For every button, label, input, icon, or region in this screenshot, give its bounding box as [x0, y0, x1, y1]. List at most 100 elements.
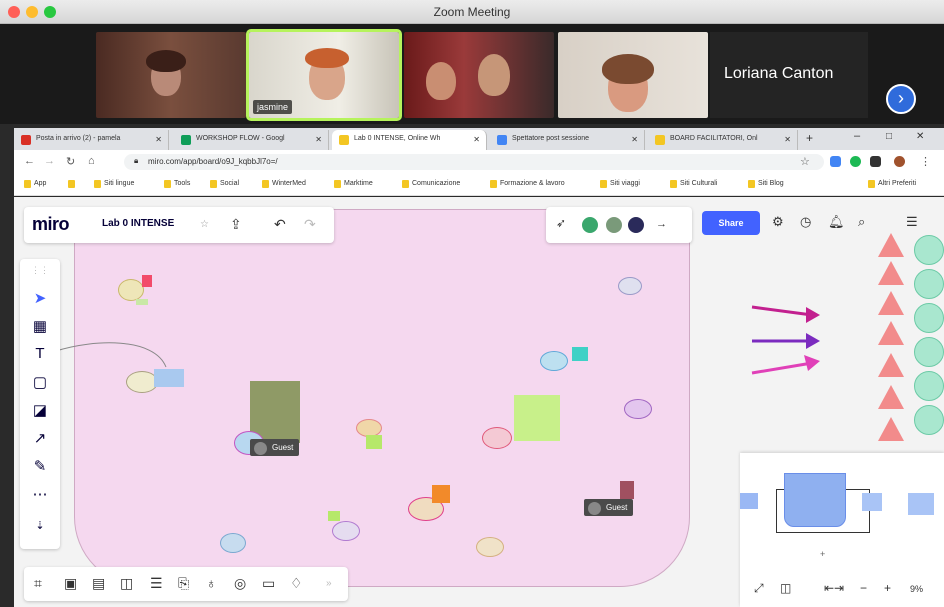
sticky-note[interactable] — [514, 395, 560, 441]
triangle-shape[interactable] — [878, 417, 904, 441]
chat-icon[interactable]: ▤ — [92, 575, 105, 592]
cloud-shape[interactable] — [618, 277, 642, 295]
timer-icon[interactable]: ◷ — [800, 214, 811, 230]
menu-kebab-icon[interactable]: ⋮ — [920, 155, 931, 168]
next-page-button[interactable]: › — [886, 84, 916, 114]
templates-icon[interactable]: ▦ — [20, 317, 60, 335]
cloud-shape[interactable] — [624, 399, 652, 419]
participant-video-4[interactable] — [558, 32, 708, 118]
forward-arrow-icon[interactable]: → — [44, 155, 55, 167]
extension-icon[interactable] — [850, 156, 861, 167]
profile-avatar[interactable] — [894, 156, 905, 167]
minimize-browser-button[interactable]: – — [854, 130, 860, 142]
triangle-shape[interactable] — [878, 233, 904, 257]
board-menu-icon[interactable]: ☰ — [906, 214, 918, 230]
undo-icon[interactable]: ↶ — [274, 216, 286, 233]
cloud-shape[interactable] — [476, 537, 504, 557]
upload-icon[interactable]: ⇪ — [230, 216, 242, 233]
fullscreen-icon[interactable]: ⤢ — [754, 581, 764, 596]
bookmark-item[interactable]: WinterMed — [262, 180, 306, 188]
address-bar[interactable]: 🔒︎ miro.com/app/board/o9J_kqbbJl7o=/ — [124, 154, 824, 170]
sticky-note[interactable] — [432, 485, 450, 503]
close-tab-icon[interactable]: ✕ — [473, 135, 480, 144]
bookmark-item[interactable]: Social — [210, 180, 239, 188]
share-button[interactable]: Share — [702, 211, 760, 235]
drag-handle-icon[interactable]: ⋮⋮ — [20, 265, 60, 276]
close-browser-button[interactable]: ✕ — [916, 131, 924, 142]
board-frame[interactable] — [74, 209, 690, 587]
zoom-in-button[interactable]: + — [884, 581, 891, 595]
participant-video-2[interactable]: jasmine — [246, 29, 402, 121]
sticky-note[interactable] — [572, 347, 588, 361]
participant-video-1[interactable] — [96, 32, 246, 118]
bell-icon[interactable]: 🔔︎ — [828, 214, 845, 230]
collapse-toolbar-icon[interactable]: ⇣ — [20, 519, 60, 532]
back-arrow-icon[interactable]: ← — [24, 155, 35, 167]
video-icon[interactable]: ▭ — [262, 575, 275, 592]
triangle-shape[interactable] — [878, 385, 904, 409]
bookmark-item[interactable]: Siti Blog — [748, 180, 784, 188]
bookmark-item[interactable]: Comunicazione — [402, 180, 460, 188]
cloud-shape[interactable] — [220, 533, 246, 553]
voting-icon[interactable]: ◎ — [234, 575, 246, 592]
participant-video-3[interactable] — [404, 32, 554, 118]
bookmark-item[interactable]: Siti Culturali — [670, 180, 717, 188]
redo-icon[interactable]: ↷ — [304, 216, 316, 233]
reload-icon[interactable]: ↻ — [66, 155, 75, 168]
triangle-shape[interactable] — [878, 261, 904, 285]
circle-shape[interactable] — [914, 337, 944, 367]
close-tab-icon[interactable]: ✕ — [315, 135, 322, 144]
search-icon[interactable]: ⌕ — [858, 214, 865, 230]
select-cursor-icon[interactable]: ➤ — [20, 289, 60, 307]
fit-to-screen-icon[interactable]: ⇤⇥ — [824, 581, 844, 595]
star-icon[interactable]: ☆ — [200, 219, 209, 230]
avatar[interactable] — [626, 215, 646, 235]
sticky-note[interactable] — [136, 299, 148, 305]
bookmark-item[interactable]: Siti viaggi — [600, 180, 640, 188]
bookmark-item[interactable]: Formazione & lavoro — [490, 180, 565, 188]
bookmark-item[interactable]: App — [24, 180, 46, 188]
avatar[interactable] — [580, 215, 600, 235]
circle-shape[interactable] — [914, 303, 944, 333]
sticky-note[interactable] — [620, 481, 634, 499]
cursor-toggle-icon[interactable]: ➶ — [556, 216, 566, 230]
sticky-note[interactable] — [154, 369, 184, 387]
pen-icon[interactable]: ✎ — [20, 457, 60, 475]
sticky-note[interactable] — [142, 275, 152, 287]
sticky-note[interactable] — [366, 435, 382, 449]
close-tab-icon[interactable]: ✕ — [784, 135, 791, 144]
settings-sliders-icon[interactable]: ⚙︎ — [772, 214, 784, 230]
browser-tab[interactable]: Spettatore post sessione ✕ — [490, 130, 645, 150]
board-title[interactable]: Lab 0 INTENSE — [102, 218, 174, 229]
close-tab-icon[interactable]: ✕ — [155, 135, 162, 144]
cloud-shape[interactable] — [482, 427, 512, 449]
maximize-browser-button[interactable]: □ — [886, 131, 892, 142]
bookmark-item[interactable]: Tools — [164, 180, 190, 188]
sticky-note[interactable] — [328, 511, 340, 521]
home-icon[interactable]: ⌂ — [88, 155, 95, 167]
activity-icon[interactable]: ◫ — [120, 575, 133, 592]
browser-tab[interactable]: Posta in arrivo (2) - pamela ✕ — [14, 130, 169, 150]
cloud-shape[interactable] — [118, 279, 144, 301]
triangle-shape[interactable] — [878, 291, 904, 315]
shape-tool-icon[interactable]: ▢ — [20, 373, 60, 391]
more-tools-icon[interactable]: ⋯ — [20, 485, 60, 503]
circle-shape[interactable] — [914, 269, 944, 299]
triangle-shape[interactable] — [878, 353, 904, 377]
zoom-level[interactable]: 9% — [910, 584, 923, 594]
connection-line-icon[interactable]: ↗ — [20, 429, 60, 447]
bookmark-item[interactable]: Siti lingue — [94, 180, 134, 188]
participant-name-tile[interactable]: Loriana Canton — [710, 32, 868, 118]
screen-share-icon[interactable]: ⎘ — [178, 575, 189, 592]
lightbulb-icon[interactable]: ♢ — [290, 575, 303, 592]
browser-tab[interactable]: WORKSHOP FLOW - Googl ✕ — [174, 130, 329, 150]
list-icon[interactable]: ☰ — [150, 575, 163, 592]
circle-shape[interactable] — [914, 235, 944, 265]
text-tool-icon[interactable]: T — [20, 345, 60, 362]
bookmark-item[interactable]: Altri Preferiti — [868, 180, 916, 188]
extension-icon[interactable] — [830, 156, 841, 167]
comment-icon[interactable]: ▣ — [64, 575, 77, 592]
circle-shape[interactable] — [914, 405, 944, 435]
minimap-panel[interactable]: + ⤢ ◫ ⇤⇥ − + 9% — [740, 453, 944, 607]
new-tab-button[interactable]: + — [806, 131, 813, 145]
